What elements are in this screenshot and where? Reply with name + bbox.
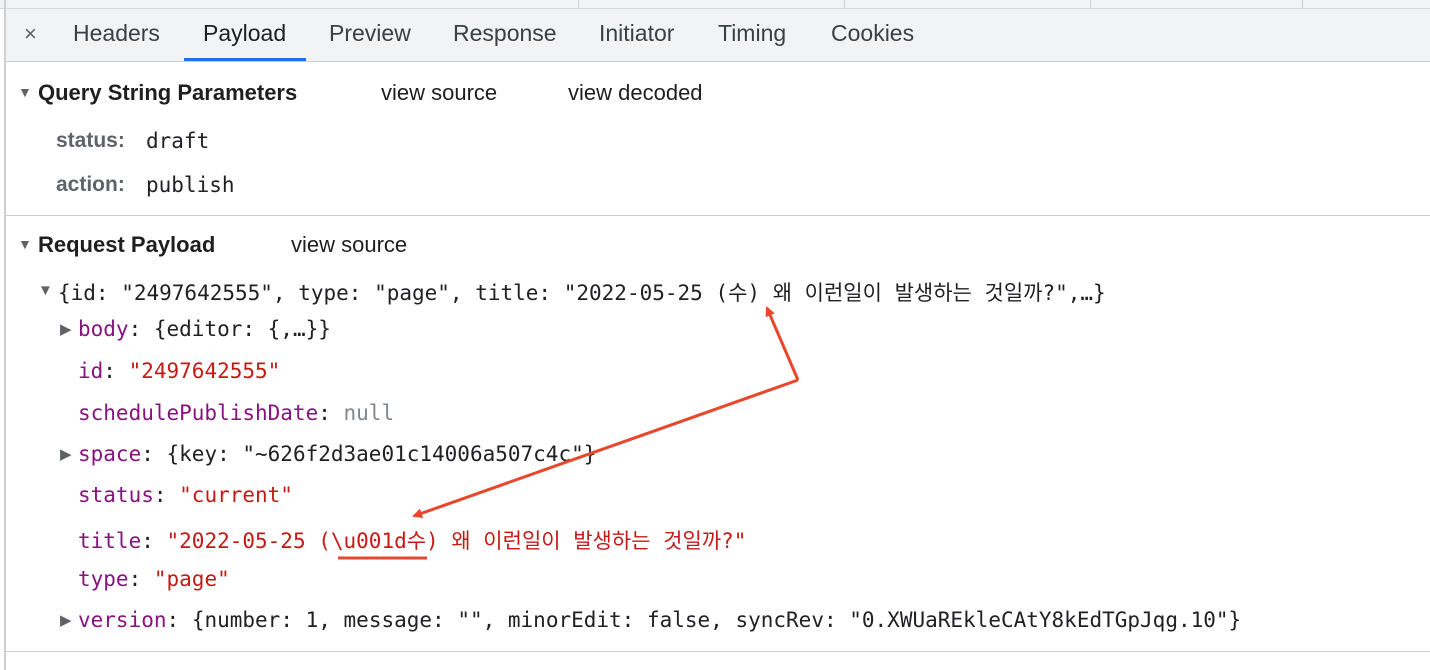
query-param-key: status: xyxy=(56,129,125,152)
colon: : xyxy=(128,317,154,341)
panel-left-border xyxy=(4,0,6,670)
payload-row-type: type: "page" xyxy=(78,567,230,591)
payload-value: {editor: {,…}} xyxy=(153,317,331,341)
triangle-right-icon[interactable]: ▶ xyxy=(60,611,72,629)
active-tab-indicator xyxy=(184,58,306,61)
payload-key: body xyxy=(78,317,129,341)
column-divider xyxy=(1090,0,1091,8)
colon: : xyxy=(318,401,344,425)
payload-key: id xyxy=(78,359,104,383)
payload-row-schedule: schedulePublishDate: null xyxy=(78,401,394,425)
triangle-right-icon[interactable]: ▶ xyxy=(60,320,72,338)
payload-key: version xyxy=(78,608,167,632)
payload-summary[interactable]: {id: "2497642555", type: "page", title: … xyxy=(58,277,1106,307)
payload-row-body[interactable]: body: {editor: {,…}} xyxy=(78,317,331,341)
tab-initiator[interactable]: Initiator xyxy=(599,20,674,47)
payload-key: title xyxy=(78,529,142,553)
payload-key: schedulePublishDate xyxy=(78,401,319,425)
close-icon[interactable]: × xyxy=(24,21,37,47)
payload-key: status xyxy=(78,483,154,507)
payload-value: "page" xyxy=(153,567,230,591)
query-param-value: publish xyxy=(146,173,235,197)
payload-value: {number: 1, message: "", minorEdit: fals… xyxy=(191,608,1242,632)
column-divider xyxy=(844,0,845,8)
payload-key: space xyxy=(78,442,142,466)
colon: : xyxy=(141,529,167,553)
payload-row-status: status: "current" xyxy=(78,483,293,507)
payload-value: "current" xyxy=(179,483,293,507)
colon: : xyxy=(128,567,154,591)
payload-row-space[interactable]: space: {key: "~626f2d3ae01c14006a507c4c"… xyxy=(78,442,596,466)
payload-row-version[interactable]: version: {number: 1, message: "", minorE… xyxy=(78,608,1241,632)
query-param-value: draft xyxy=(146,129,210,153)
column-divider xyxy=(1302,0,1303,8)
payload-view-source-link[interactable]: view source xyxy=(291,232,407,258)
colon: : xyxy=(166,608,192,632)
top-strip xyxy=(0,0,1430,9)
payload-row-id: id: "2497642555" xyxy=(78,359,280,383)
payload-row-title: title: "2022-05-25 (\u001d수) 왜 이런일이 발생하는… xyxy=(78,525,746,555)
payload-section-title[interactable]: Request Payload xyxy=(38,232,215,258)
query-view-decoded-link[interactable]: view decoded xyxy=(568,80,703,106)
triangle-down-icon[interactable]: ▼ xyxy=(18,236,32,252)
payload-value: "2022-05-25 (\u001d수) 왜 이런일이 발생하는 것일까?" xyxy=(166,529,747,553)
tab-headers[interactable]: Headers xyxy=(73,20,160,47)
colon: : xyxy=(153,483,180,507)
tab-preview[interactable]: Preview xyxy=(329,20,411,47)
triangle-right-icon[interactable]: ▶ xyxy=(60,445,72,463)
payload-value: null xyxy=(343,401,395,425)
tab-timing[interactable]: Timing xyxy=(718,20,786,47)
payload-value: "2497642555" xyxy=(128,359,281,383)
tab-payload[interactable]: Payload xyxy=(203,20,286,47)
payload-value: {key: "~626f2d3ae01c14006a507c4c"} xyxy=(166,442,597,466)
colon: : xyxy=(103,359,129,383)
colon: : xyxy=(141,442,167,466)
tab-cookies[interactable]: Cookies xyxy=(831,20,914,47)
query-view-source-link[interactable]: view source xyxy=(381,80,497,106)
section-divider xyxy=(6,215,1430,216)
triangle-down-icon[interactable]: ▼ xyxy=(18,84,32,100)
payload-key: type xyxy=(78,567,129,591)
section-divider xyxy=(6,651,1430,652)
annotation-arrow xyxy=(765,306,800,381)
tab-response[interactable]: Response xyxy=(453,20,557,47)
query-section-title[interactable]: Query String Parameters xyxy=(38,80,297,106)
column-divider xyxy=(578,0,579,8)
tab-bar: × Headers Payload Preview Response Initi… xyxy=(6,9,1430,62)
devtools-network-detail: × Headers Payload Preview Response Initi… xyxy=(0,0,1430,670)
triangle-down-icon[interactable]: ▼ xyxy=(38,282,53,299)
query-param-key: action: xyxy=(56,173,125,196)
